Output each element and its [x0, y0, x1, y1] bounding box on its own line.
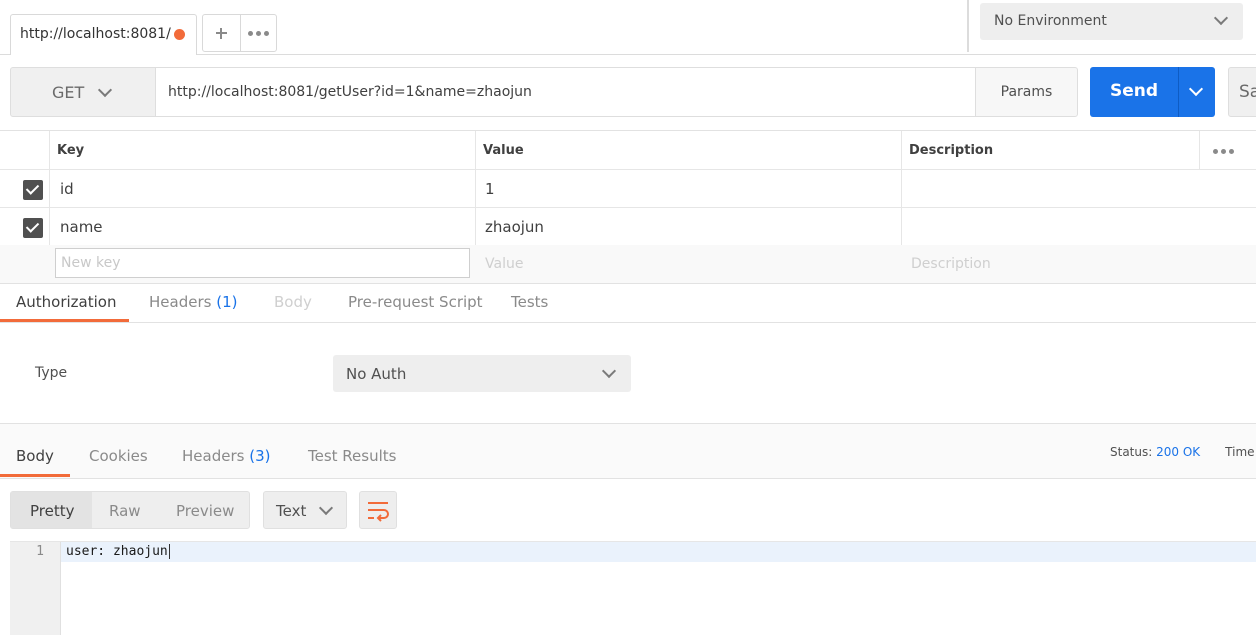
response-tab-test-results[interactable]: Test Results [308, 447, 396, 465]
wrap-lines-icon [368, 502, 389, 522]
new-key-input[interactable] [55, 248, 470, 278]
params-table: Key Value Description id 1 name zhaojun … [0, 130, 1256, 283]
param-checkbox-name[interactable] [23, 218, 43, 238]
active-tab-underline [0, 474, 70, 477]
environment-select[interactable]: No Environment [980, 3, 1243, 40]
request-tabs: Authorization Headers (1) Body Pre-reque… [0, 283, 1256, 323]
column-header-key: Key [57, 143, 85, 158]
raw-button[interactable]: Raw [109, 502, 141, 520]
method-value: GET [52, 83, 85, 102]
code-line[interactable]: user: zhaojun [66, 544, 170, 559]
pretty-button[interactable]: Pretty [30, 502, 75, 520]
save-button[interactable]: Sa [1228, 67, 1256, 117]
view-mode-group: Pretty Raw Preview [10, 491, 250, 529]
url-value: http://localhost:8081/getUser?id=1&name=… [168, 84, 532, 100]
chevron-down-icon [97, 82, 113, 98]
param-key[interactable]: name [60, 218, 103, 236]
tab-authorization[interactable]: Authorization [16, 293, 116, 311]
tab-actions [202, 14, 277, 52]
tab-pre-request-script[interactable]: Pre-request Script [348, 293, 483, 311]
plus-icon[interactable] [203, 15, 240, 51]
chevron-down-icon [1188, 81, 1204, 97]
chevron-down-icon [601, 363, 617, 379]
topbar-divider [967, 0, 969, 52]
request-tab-label: http://localhost:8081/ [20, 26, 171, 42]
auth-panel: Type No Auth [0, 323, 1256, 424]
send-dropdown-button[interactable] [1178, 67, 1215, 117]
chevron-down-icon [318, 500, 334, 516]
auth-type-select[interactable]: No Auth [333, 355, 631, 392]
response-tab-headers[interactable]: Headers (3) [182, 447, 270, 465]
active-line-highlight [61, 542, 1256, 562]
tab-body[interactable]: Body [274, 293, 312, 311]
chevron-down-icon [1213, 10, 1229, 26]
params-button[interactable]: Params [975, 67, 1078, 117]
response-tabs: Body Cookies Headers (3) Test Results St… [0, 424, 1256, 479]
format-value: Text [276, 502, 307, 520]
unsaved-dot-icon [174, 29, 185, 40]
auth-type-value: No Auth [346, 365, 407, 383]
param-value[interactable]: zhaojun [485, 218, 544, 236]
send-button-label: Send [1109, 81, 1159, 101]
response-tab-body[interactable]: Body [16, 447, 54, 465]
url-input[interactable]: http://localhost:8081/getUser?id=1&name=… [155, 67, 977, 117]
tab-tests[interactable]: Tests [511, 293, 548, 311]
response-body-editor[interactable]: 1 user: zhaojun [10, 541, 1256, 635]
request-tab[interactable]: http://localhost:8081/ [10, 14, 197, 55]
response-status: Status: 200 OK Time [1110, 445, 1255, 459]
response-tab-cookies[interactable]: Cookies [89, 447, 148, 465]
environment-select-value: No Environment [994, 13, 1107, 29]
auth-type-label: Type [35, 365, 68, 381]
table-options-icon[interactable] [1213, 149, 1235, 155]
new-value-placeholder[interactable]: Value [485, 256, 523, 272]
param-value[interactable]: 1 [485, 180, 495, 198]
send-button[interactable]: Send [1090, 67, 1178, 117]
method-select[interactable]: GET [10, 67, 156, 117]
line-number: 1 [36, 544, 44, 559]
column-header-description: Description [909, 143, 994, 158]
params-button-label: Params [1000, 84, 1053, 100]
status-value: 200 OK [1156, 445, 1201, 459]
preview-button[interactable]: Preview [176, 502, 234, 520]
line-gutter: 1 [10, 542, 61, 635]
time-label: Time [1225, 445, 1255, 459]
column-header-value: Value [483, 143, 524, 158]
format-select[interactable]: Text [263, 491, 347, 529]
tab-headers[interactable]: Headers (1) [149, 293, 237, 311]
wrap-lines-button[interactable] [359, 491, 397, 529]
param-key[interactable]: id [60, 180, 74, 198]
new-description-placeholder[interactable]: Description [911, 256, 991, 272]
active-tab-underline [0, 319, 129, 322]
param-checkbox-id[interactable] [23, 180, 43, 200]
more-dots-icon[interactable] [248, 31, 270, 37]
save-button-label: Sa [1239, 82, 1256, 102]
